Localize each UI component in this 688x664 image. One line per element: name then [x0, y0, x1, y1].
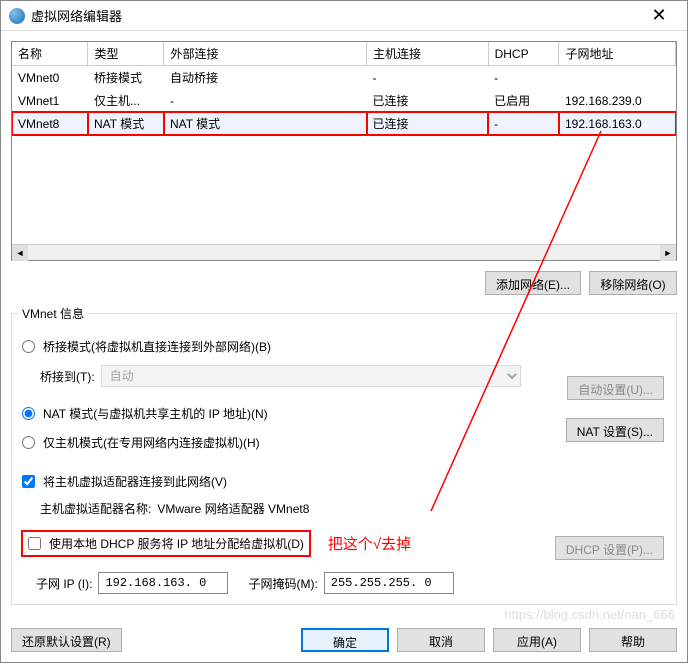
cell: NAT 模式	[88, 112, 164, 135]
cell: 自动桥接	[164, 66, 367, 90]
cell: -	[367, 66, 489, 90]
hostonly-mode-label: 仅主机模式(在专用网络内连接虚拟机)(H)	[43, 434, 260, 451]
connect-host-checkbox[interactable]	[22, 475, 35, 488]
table-header: 名称 类型 外部连接 主机连接 DHCP 子网地址	[12, 42, 676, 66]
cell	[559, 66, 676, 90]
cell: 已启用	[488, 89, 559, 112]
table-row[interactable]: VMnet1 仅主机... - 已连接 已启用 192.168.239.0	[12, 89, 676, 112]
nat-settings-button[interactable]: NAT 设置(S)...	[566, 418, 664, 442]
titlebar: 虚拟网络编辑器 ✕	[1, 1, 687, 31]
col-dhcp[interactable]: DHCP	[488, 42, 559, 66]
use-dhcp-label: 使用本地 DHCP 服务将 IP 地址分配给虚拟机(D)	[49, 535, 304, 552]
scroll-left-icon[interactable]: ◄	[12, 245, 28, 261]
annotation-text: 把这个√去掉	[328, 533, 411, 554]
apply-button[interactable]: 应用(A)	[493, 628, 581, 652]
cell: 已连接	[367, 89, 489, 112]
col-external[interactable]: 外部连接	[164, 42, 367, 66]
subnet-ip-label: 子网 IP (I):	[36, 575, 92, 592]
subnet-mask-label: 子网掩码(M):	[248, 575, 317, 592]
network-table: 名称 类型 外部连接 主机连接 DHCP 子网地址 VMnet0 桥接模式 自动…	[11, 41, 677, 261]
window-title: 虚拟网络编辑器	[31, 6, 639, 25]
cell: -	[488, 112, 559, 135]
vmnet-info-legend: VMnet 信息	[18, 305, 88, 322]
adapter-name-value: VMware 网络适配器 VMnet8	[157, 500, 309, 517]
bridge-to-select[interactable]: 自动	[101, 365, 521, 387]
adapter-name-label: 主机虚拟适配器名称:	[40, 500, 151, 517]
auto-settings-button[interactable]: 自动设置(U)...	[567, 376, 664, 400]
close-icon[interactable]: ✕	[639, 2, 679, 30]
col-name[interactable]: 名称	[12, 42, 88, 66]
col-type[interactable]: 类型	[88, 42, 164, 66]
restore-defaults-button[interactable]: 还原默认设置(R)	[11, 628, 122, 652]
bridge-mode-label: 桥接模式(将虚拟机直接连接到外部网络)(B)	[43, 338, 271, 355]
ok-button[interactable]: 确定	[301, 628, 389, 652]
nat-mode-radio[interactable]	[22, 407, 35, 420]
cell: 192.168.239.0	[559, 89, 676, 112]
cell: 192.168.163.0	[559, 112, 676, 135]
bridge-to-label: 桥接到(T):	[40, 368, 95, 385]
cell: NAT 模式	[164, 112, 367, 135]
horizontal-scrollbar[interactable]: ◄ ►	[12, 244, 676, 260]
cell: VMnet8	[12, 112, 88, 135]
remove-network-button[interactable]: 移除网络(O)	[589, 271, 677, 295]
use-dhcp-checkbox[interactable]	[28, 537, 41, 550]
cell: 桥接模式	[88, 66, 164, 90]
cell: VMnet0	[12, 66, 88, 90]
dhcp-settings-button[interactable]: DHCP 设置(P)...	[555, 536, 664, 560]
connect-host-label: 将主机虚拟适配器连接到此网络(V)	[43, 473, 227, 490]
cell: -	[164, 89, 367, 112]
cell: 已连接	[367, 112, 489, 135]
table-row[interactable]: VMnet0 桥接模式 自动桥接 - -	[12, 66, 676, 90]
nat-mode-label: NAT 模式(与虚拟机共享主机的 IP 地址)(N)	[43, 405, 268, 422]
col-subnet[interactable]: 子网地址	[559, 42, 676, 66]
col-host[interactable]: 主机连接	[367, 42, 489, 66]
bridge-mode-radio[interactable]	[22, 340, 35, 353]
hostonly-mode-radio[interactable]	[22, 436, 35, 449]
subnet-mask-input[interactable]	[324, 572, 454, 594]
app-icon	[9, 8, 25, 24]
table-row-selected[interactable]: VMnet8 NAT 模式 NAT 模式 已连接 - 192.168.163.0	[12, 112, 676, 135]
help-button[interactable]: 帮助	[589, 628, 677, 652]
add-network-button[interactable]: 添加网络(E)...	[485, 271, 581, 295]
cell: -	[488, 66, 559, 90]
cell: 仅主机...	[88, 89, 164, 112]
cell: VMnet1	[12, 89, 88, 112]
scroll-right-icon[interactable]: ►	[660, 245, 676, 261]
subnet-ip-input[interactable]	[98, 572, 228, 594]
cancel-button[interactable]: 取消	[397, 628, 485, 652]
vmnet-info-group: VMnet 信息 桥接模式(将虚拟机直接连接到外部网络)(B) 桥接到(T): …	[11, 305, 677, 605]
